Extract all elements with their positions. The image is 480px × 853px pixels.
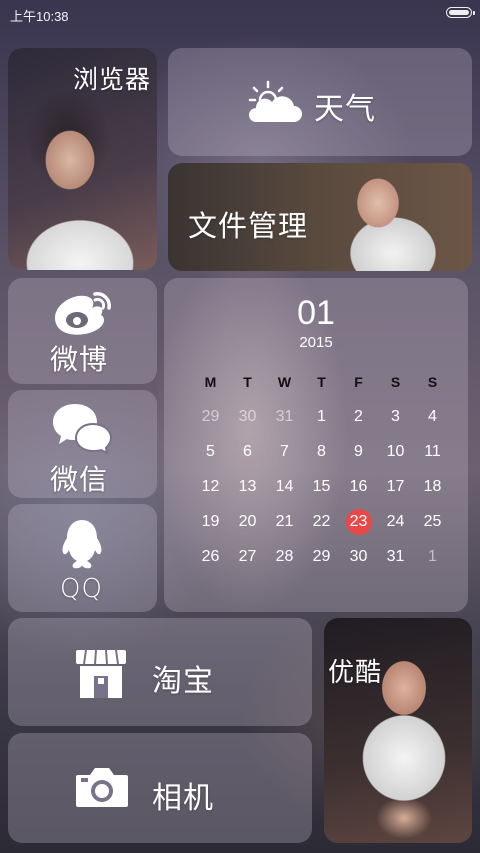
calendar-day[interactable]: 22: [303, 513, 340, 531]
calendar-day[interactable]: 12: [192, 478, 229, 496]
calendar-day[interactable]: 6: [229, 443, 266, 461]
weekday-label: M: [204, 373, 217, 390]
calendar-day[interactable]: 8: [303, 443, 340, 461]
browser-tile[interactable]: 浏览器: [8, 48, 157, 270]
qq-tile[interactable]: QQ: [8, 504, 157, 612]
calendar-day[interactable]: 30: [340, 548, 377, 566]
today-marker: 23: [345, 508, 372, 535]
calendar-day[interactable]: 27: [229, 548, 266, 566]
calendar-week: 26 27 28 29 30 31 1: [192, 539, 468, 574]
partly-cloudy-icon: [246, 80, 302, 124]
calendar-day[interactable]: 28: [266, 548, 303, 566]
calendar-year: 2015: [299, 334, 333, 351]
calendar-day[interactable]: 9: [340, 443, 377, 461]
calendar-day[interactable]: 14: [266, 478, 303, 496]
calendar-week: 29 30 31 1 2 3 4: [192, 399, 468, 434]
calendar-day[interactable]: 4: [414, 408, 451, 426]
weekday-label: S: [390, 373, 401, 390]
qq-penguin-icon: [58, 518, 106, 570]
calendar-day[interactable]: 10: [377, 443, 414, 461]
calendar-day[interactable]: 3: [377, 408, 414, 426]
calendar-day[interactable]: 11: [414, 443, 451, 461]
browser-label: 浏览器: [72, 65, 151, 94]
calendar-day[interactable]: 13: [229, 478, 266, 496]
status-time: 上午10:38: [10, 9, 69, 24]
calendar-day[interactable]: 5: [192, 443, 229, 461]
camera-icon: [74, 765, 130, 809]
calendar-week: 19 20 21 22 23 24 25: [192, 504, 468, 539]
calendar-day[interactable]: 24: [377, 513, 414, 531]
youku-tile[interactable]: 优酷: [324, 618, 472, 843]
calendar-day[interactable]: 25: [414, 513, 451, 531]
weekday-label: F: [354, 373, 363, 390]
calendar-week: 12 13 14 15 16 17 18: [192, 469, 468, 504]
battery-icon: [446, 7, 475, 18]
calendar-weekday-row: M T W T F S S: [192, 364, 468, 399]
taobao-tile[interactable]: 淘宝: [8, 618, 312, 726]
camera-tile[interactable]: 相机: [8, 733, 312, 843]
calendar-day[interactable]: 31: [266, 408, 303, 426]
calendar-day[interactable]: 31: [377, 548, 414, 566]
files-label: 文件管理: [188, 209, 309, 243]
files-tile[interactable]: 文件管理: [168, 163, 472, 271]
calendar-day[interactable]: 20: [229, 513, 266, 531]
weekday-label: T: [243, 373, 252, 390]
weekday-label: T: [317, 373, 326, 390]
calendar-day[interactable]: 29: [303, 548, 340, 566]
wechat-icon: [51, 402, 113, 454]
calendar-day[interactable]: 19: [192, 513, 229, 531]
calendar-day[interactable]: 17: [377, 478, 414, 496]
calendar-day[interactable]: 15: [303, 478, 340, 496]
calendar-day[interactable]: 30: [229, 408, 266, 426]
youku-label: 优酷: [328, 658, 383, 688]
calendar-widget[interactable]: 01 2015 M T W T F S S 29 30 31 1 2 3 4 5…: [164, 278, 468, 612]
calendar-day[interactable]: 29: [192, 408, 229, 426]
calendar-day[interactable]: 2: [340, 408, 377, 426]
calendar-grid: M T W T F S S 29 30 31 1 2 3 4 5 6 7 8 9…: [192, 364, 468, 574]
calendar-day[interactable]: 1: [414, 548, 451, 566]
taobao-label: 淘宝: [152, 664, 214, 699]
qq-label: QQ: [60, 574, 103, 604]
weather-label: 天气: [314, 92, 376, 127]
wechat-label: 微信: [50, 463, 109, 496]
calendar-month: 01: [297, 294, 335, 332]
calendar-day[interactable]: 26: [192, 548, 229, 566]
calendar-day[interactable]: 18: [414, 478, 451, 496]
weibo-tile[interactable]: 微博: [8, 278, 157, 384]
weekday-label: S: [427, 373, 438, 390]
store-icon: [74, 648, 128, 700]
weibo-icon: [49, 288, 115, 336]
calendar-day[interactable]: 16: [340, 478, 377, 496]
calendar-today[interactable]: 23: [340, 508, 377, 535]
calendar-day[interactable]: 7: [266, 443, 303, 461]
status-bar: 上午10:38: [0, 0, 480, 28]
weibo-label: 微博: [50, 343, 109, 376]
calendar-week: 5 6 7 8 9 10 11: [192, 434, 468, 469]
camera-label: 相机: [152, 781, 214, 816]
weekday-label: W: [277, 373, 292, 390]
calendar-day[interactable]: 21: [266, 513, 303, 531]
calendar-day[interactable]: 1: [303, 408, 340, 426]
weather-tile[interactable]: 天气: [168, 48, 472, 156]
wechat-tile[interactable]: 微信: [8, 390, 157, 498]
